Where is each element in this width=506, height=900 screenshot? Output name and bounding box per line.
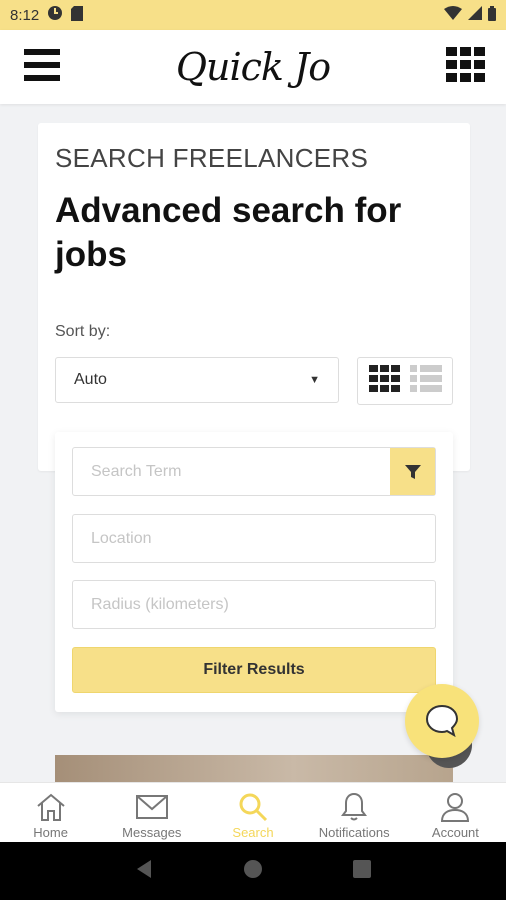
sort-select-value: Auto bbox=[74, 371, 107, 388]
system-nav-bar bbox=[0, 842, 506, 900]
grid-view-button[interactable] bbox=[368, 364, 401, 398]
location-input[interactable]: Location bbox=[72, 514, 436, 563]
recents-button[interactable] bbox=[353, 859, 371, 883]
app-bar: Quick Jo bbox=[0, 30, 506, 104]
bell-icon bbox=[340, 789, 368, 825]
status-time: 8:12 bbox=[10, 6, 40, 24]
mail-icon bbox=[135, 789, 168, 825]
battery-icon bbox=[488, 5, 496, 25]
sort-label: Sort by: bbox=[55, 323, 111, 340]
chat-bubble-icon bbox=[425, 704, 459, 738]
list-view-icon bbox=[409, 364, 442, 392]
status-bar: 8:12 bbox=[0, 0, 506, 30]
job-image-preview bbox=[55, 755, 453, 783]
section-overline: SEARCH FREELANCERS bbox=[55, 143, 369, 173]
filter-toggle-button[interactable] bbox=[390, 448, 435, 495]
chat-button[interactable] bbox=[405, 684, 479, 758]
signal-icon bbox=[468, 6, 482, 24]
sort-select[interactable]: Auto ▼ bbox=[55, 357, 339, 403]
nav-label: Account bbox=[431, 825, 479, 840]
nav-label: Messages bbox=[122, 825, 182, 840]
radius-input[interactable]: Radius (kilometers) bbox=[72, 580, 436, 629]
apps-grid-button[interactable] bbox=[446, 46, 486, 88]
back-triangle-icon bbox=[137, 859, 151, 878]
location-placeholder: Location bbox=[91, 529, 152, 547]
wifi-icon bbox=[444, 6, 462, 24]
filter-icon bbox=[404, 464, 421, 479]
app-logo: Quick Jo bbox=[175, 45, 331, 89]
home-icon bbox=[35, 789, 67, 825]
page-title: Advanced search for jobs bbox=[55, 191, 402, 274]
search-icon bbox=[238, 789, 268, 825]
apps-grid-icon bbox=[446, 46, 485, 82]
nav-item-account[interactable]: Account bbox=[405, 783, 506, 842]
hamburger-icon bbox=[24, 48, 60, 81]
nav-label: Notifications bbox=[318, 825, 390, 840]
nav-label: Home bbox=[33, 825, 68, 840]
nav-label: Search bbox=[232, 825, 274, 840]
view-toggle bbox=[357, 357, 453, 405]
search-term-input[interactable]: Search Term bbox=[72, 447, 436, 496]
search-term-placeholder: Search Term bbox=[91, 462, 182, 480]
list-view-button[interactable] bbox=[409, 364, 442, 398]
radius-placeholder: Radius (kilometers) bbox=[91, 595, 229, 613]
nav-item-search[interactable]: Search bbox=[202, 783, 303, 842]
nav-item-home[interactable]: Home bbox=[0, 783, 101, 842]
nav-item-notifications[interactable]: Notifications bbox=[304, 783, 405, 842]
home-circle-icon bbox=[244, 859, 262, 878]
home-system-button[interactable] bbox=[243, 859, 263, 884]
menu-button[interactable] bbox=[24, 48, 60, 86]
recents-square-icon bbox=[353, 859, 371, 878]
caret-down-icon: ▼ bbox=[309, 374, 320, 386]
search-card: SEARCH FREELANCERS Advanced search for j… bbox=[38, 123, 470, 471]
sync-icon bbox=[47, 5, 63, 25]
user-icon bbox=[440, 789, 470, 825]
grid-view-icon bbox=[368, 364, 400, 392]
nav-item-messages[interactable]: Messages bbox=[101, 783, 202, 842]
filter-panel: Search Term Location Radius (kilometers)… bbox=[55, 432, 453, 712]
back-button[interactable] bbox=[135, 859, 153, 884]
sim-card-icon bbox=[71, 5, 84, 25]
bottom-nav: Home Messages Search Notifications Accou… bbox=[0, 782, 506, 842]
filter-results-button[interactable]: Filter Results bbox=[72, 647, 436, 693]
